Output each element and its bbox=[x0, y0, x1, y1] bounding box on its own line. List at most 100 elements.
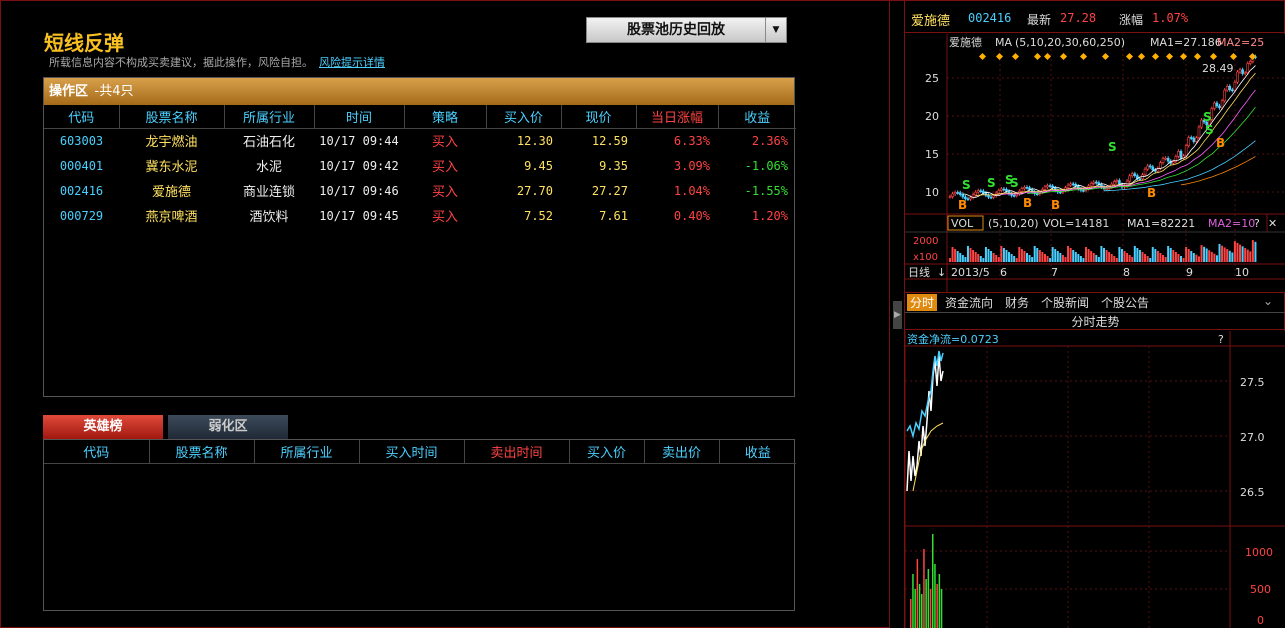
intraday-y-tick: 27.5 bbox=[1240, 376, 1265, 389]
hero-col-buy-price[interactable]: 买入价 bbox=[569, 440, 644, 463]
vol-value: VOL=14181 bbox=[1043, 217, 1109, 230]
help-icon[interactable]: ? bbox=[1254, 217, 1260, 230]
risk-link[interactable]: 风险提示详情 bbox=[319, 56, 385, 69]
hero-col-sell-price[interactable]: 卖出价 bbox=[644, 440, 719, 463]
disclaimer-text: 所载信息内容不构成买卖建议，据此操作，风险自担。 bbox=[49, 56, 313, 69]
strategy-cell: 买入 bbox=[404, 178, 486, 203]
col-current-price[interactable]: 现价 bbox=[561, 105, 636, 128]
current-price-cell: 7.61 bbox=[561, 203, 636, 228]
col-industry[interactable]: 所属行业 bbox=[224, 105, 314, 128]
intraday-chart[interactable]: 资金净流=0.0723 ? 27.5 27.0 26.5 1000 500 0 bbox=[905, 331, 1285, 628]
vol-periods: (5,10,20) bbox=[988, 217, 1039, 230]
table-row[interactable]: 000401 冀东水泥 水泥 10/17 09:42 买入 9.45 9.35 3.09% -1… bbox=[44, 153, 796, 178]
buy-time-cell: 10/17 09:42 bbox=[314, 153, 404, 178]
replay-dropdown[interactable]: 股票池历史回放 ▼ bbox=[586, 17, 787, 43]
sell-signal-marker: S bbox=[1203, 110, 1212, 124]
hero-col-profit[interactable]: 收益 bbox=[719, 440, 796, 463]
tab-intraday[interactable]: 分时 bbox=[907, 294, 937, 311]
ma-selector[interactable]: MA bbox=[995, 36, 1012, 49]
x-tick: 7 bbox=[1051, 266, 1058, 279]
replay-button[interactable]: 股票池历史回放 bbox=[587, 18, 765, 42]
intraday-help-icon[interactable]: ? bbox=[1218, 333, 1224, 346]
kline-chart[interactable]: BS S SBSBSBSBS 爱施德 MA (5,10,20,30,60,250) … bbox=[905, 34, 1285, 292]
hero-col-code[interactable]: 代码 bbox=[44, 440, 149, 463]
tab-stock-news[interactable]: 个股新闻 bbox=[1041, 294, 1089, 311]
peak-price-label: 28.49 bbox=[1202, 62, 1234, 75]
stock-name-cell: 龙宇燃油 bbox=[119, 128, 224, 153]
table-row[interactable]: 000729 燕京啤酒 酒饮料 10/17 09:45 买入 7.52 7.61 0.40% 1… bbox=[44, 203, 796, 228]
current-price-cell: 27.27 bbox=[561, 178, 636, 203]
hero-table-header: 代码 股票名称 所属行业 买入时间 卖出时间 买入价 卖出价 收益 bbox=[44, 440, 796, 463]
day-change-cell: 0.40% bbox=[636, 203, 718, 228]
buy-time-cell: 10/17 09:46 bbox=[314, 178, 404, 203]
col-profit[interactable]: 收益 bbox=[718, 105, 796, 128]
tab-weakened[interactable]: 弱化区 bbox=[168, 415, 288, 439]
col-day-change[interactable]: 当日涨幅 bbox=[636, 105, 718, 128]
tab-finance[interactable]: 财务 bbox=[1005, 294, 1029, 311]
y-tick: 25 bbox=[925, 72, 939, 85]
close-icon[interactable]: ✕ bbox=[1268, 217, 1277, 230]
profit-cell: 1.20% bbox=[718, 203, 796, 228]
hero-col-sell-time[interactable]: 卖出时间 bbox=[464, 440, 569, 463]
collapse-icon[interactable]: ⌄ bbox=[1263, 294, 1273, 308]
intraday-title: 分时走势 bbox=[905, 312, 1285, 330]
x-tick: 8 bbox=[1123, 266, 1130, 279]
dropdown-arrow-icon[interactable]: ▼ bbox=[765, 18, 786, 42]
sell-signal-marker: S bbox=[987, 176, 996, 190]
operation-table: 代码 股票名称 所属行业 时间 策略 买入价 现价 当日涨幅 收益 603003… bbox=[44, 105, 796, 228]
buy-time-cell: 10/17 09:44 bbox=[314, 128, 404, 153]
buy-time-cell: 10/17 09:45 bbox=[314, 203, 404, 228]
col-name[interactable]: 股票名称 bbox=[119, 105, 224, 128]
kline-legend-name: 爱施德 bbox=[949, 35, 982, 49]
tab-capital-flow[interactable]: 资金流向 bbox=[945, 294, 993, 311]
stock-code-cell: 002416 bbox=[44, 178, 119, 203]
left-panel: 短线反弹 所载信息内容不构成买卖建议，据此操作，风险自担。 风险提示详情 股票池历… bbox=[1, 1, 889, 628]
collapse-arrow-icon[interactable]: ▶ bbox=[893, 301, 902, 329]
period-selector[interactable]: 日线 bbox=[908, 265, 930, 279]
buy-signal-marker: B bbox=[958, 198, 967, 212]
operation-table-header: 代码 股票名称 所属行业 时间 策略 买入价 现价 当日涨幅 收益 bbox=[44, 105, 796, 128]
hero-col-industry[interactable]: 所属行业 bbox=[254, 440, 359, 463]
buy-signal-marker: B bbox=[1051, 198, 1060, 212]
operation-header-label: 操作区 bbox=[49, 84, 88, 99]
hero-col-buy-time[interactable]: 买入时间 bbox=[359, 440, 464, 463]
profit-cell: 2.36% bbox=[718, 128, 796, 153]
industry-cell: 酒饮料 bbox=[224, 203, 314, 228]
y-tick: 15 bbox=[925, 148, 939, 161]
day-change-cell: 6.33% bbox=[636, 128, 718, 153]
app-window: 短线反弹 所载信息内容不构成买卖建议，据此操作，风险自担。 风险提示详情 股票池历… bbox=[0, 0, 1285, 628]
buy-price-cell: 12.30 bbox=[486, 128, 561, 153]
stock-name-cell: 爱施德 bbox=[119, 178, 224, 203]
col-buy-price[interactable]: 买入价 bbox=[486, 105, 561, 128]
strategy-cell: 买入 bbox=[404, 153, 486, 178]
industry-cell: 石油石化 bbox=[224, 128, 314, 153]
x-tick: 2013/5 bbox=[951, 266, 990, 279]
table-row[interactable]: 002416 爱施德 商业连锁 10/17 09:46 买入 27.70 27.27 1.04… bbox=[44, 178, 796, 203]
hero-col-name[interactable]: 股票名称 bbox=[149, 440, 254, 463]
tab-hero-list[interactable]: 英雄榜 bbox=[43, 415, 163, 439]
quote-bar: 爱施德 002416 最新 27.28 涨幅 1.07% bbox=[905, 1, 1285, 33]
col-code[interactable]: 代码 bbox=[44, 105, 119, 128]
col-strategy[interactable]: 策略 bbox=[404, 105, 486, 128]
x-tick: 9 bbox=[1186, 266, 1193, 279]
intraday-y-tick: 26.5 bbox=[1240, 486, 1265, 499]
col-time[interactable]: 时间 bbox=[314, 105, 404, 128]
intraday-vol-tick: 1000 bbox=[1245, 546, 1273, 559]
operation-count: -共4只 bbox=[95, 84, 134, 99]
intraday-y-tick: 27.0 bbox=[1240, 431, 1265, 444]
buy-price-cell: 9.45 bbox=[486, 153, 561, 178]
operation-panel: 操作区 -共4只 代码 股票名称 所属行业 时间 策略 买入价 现价 当日涨幅 … bbox=[43, 77, 795, 397]
quote-last-value: 27.28 bbox=[1060, 11, 1096, 25]
vol-ma2: MA2=10 bbox=[1208, 217, 1255, 230]
operation-header: 操作区 -共4只 bbox=[44, 78, 794, 105]
sell-signal-marker: S bbox=[1108, 140, 1117, 154]
table-row[interactable]: 603003 龙宇燃油 石油石化 10/17 09:44 买入 12.30 12.59 6.3… bbox=[44, 128, 796, 153]
sell-signal-marker: S bbox=[962, 178, 971, 192]
panel-splitter[interactable]: ▶ bbox=[889, 1, 905, 628]
buy-price-cell: 27.70 bbox=[486, 178, 561, 203]
period-arrow-icon[interactable]: ↓ bbox=[937, 266, 946, 279]
tab-announcements[interactable]: 个股公告 bbox=[1101, 294, 1149, 311]
buy-signal-marker: B bbox=[1147, 186, 1156, 200]
stock-name-cell: 燕京啤酒 bbox=[119, 203, 224, 228]
stock-name-cell: 冀东水泥 bbox=[119, 153, 224, 178]
